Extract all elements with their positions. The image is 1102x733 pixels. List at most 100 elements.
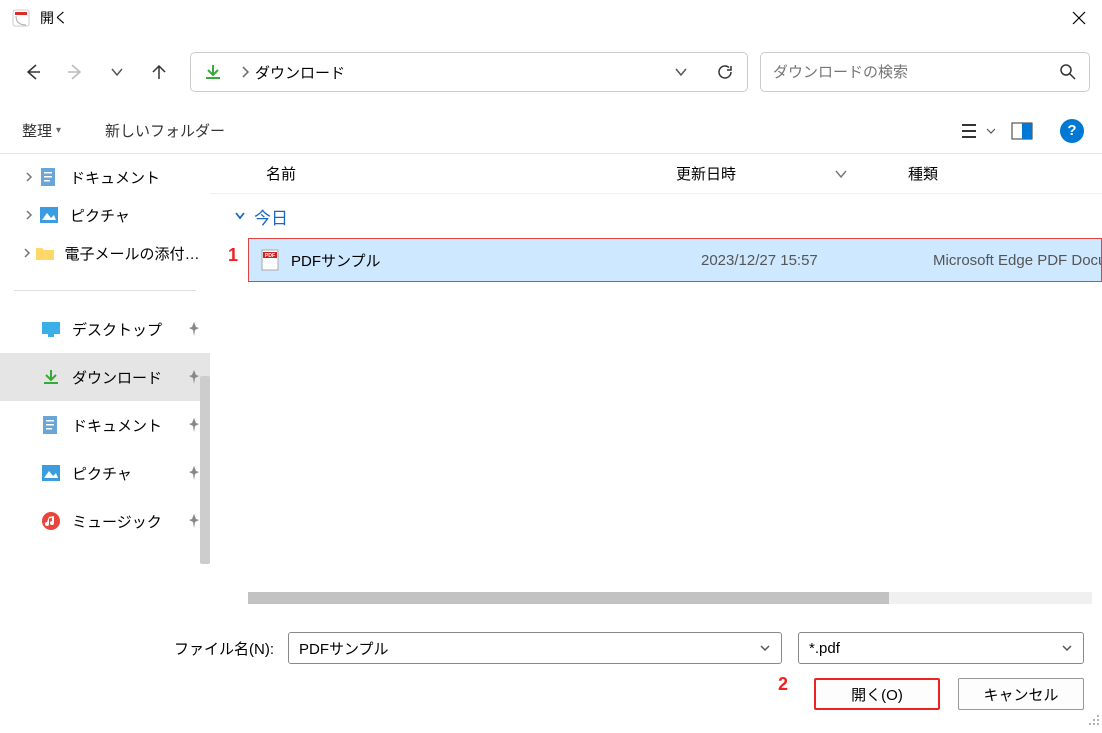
file-date-cell: 2023/12/27 15:57 bbox=[701, 252, 917, 269]
quick-item-label: デスクトップ bbox=[72, 319, 162, 340]
sidebar-scrollbar[interactable] bbox=[200, 376, 210, 564]
quick-item-downloads[interactable]: ダウンロード bbox=[0, 353, 210, 401]
quick-item-pictures[interactable]: ピクチャ bbox=[0, 449, 210, 497]
file-name-combo[interactable] bbox=[288, 632, 782, 664]
view-mode-button[interactable] bbox=[958, 115, 998, 147]
svg-text:PDF: PDF bbox=[265, 253, 275, 259]
column-date-header[interactable]: 更新日時 bbox=[676, 163, 892, 184]
tree-item-pictures[interactable]: ピクチャ bbox=[0, 196, 210, 234]
sidebar-divider bbox=[14, 290, 196, 291]
forward-button[interactable] bbox=[54, 51, 96, 93]
download-icon bbox=[40, 366, 62, 388]
file-name-cell: PDFサンプル bbox=[291, 250, 701, 271]
quick-item-label: ドキュメント bbox=[72, 415, 162, 436]
group-header-today[interactable]: 今日 bbox=[210, 194, 1102, 238]
quick-item-music[interactable]: ミュージック bbox=[0, 497, 210, 545]
file-type-filter[interactable]: *.pdf bbox=[798, 632, 1084, 664]
recent-button[interactable] bbox=[96, 51, 138, 93]
column-type-header[interactable]: 種類 bbox=[892, 163, 1102, 184]
pin-icon bbox=[188, 321, 200, 337]
window-title: 開く bbox=[40, 8, 68, 28]
search-input[interactable] bbox=[773, 64, 1059, 81]
file-name-input[interactable] bbox=[299, 640, 759, 657]
file-name-label: ファイル名(N): bbox=[18, 638, 288, 659]
column-headers: 名前 更新日時 種類 bbox=[210, 154, 1102, 194]
chevron-right-icon bbox=[24, 172, 34, 182]
command-bar: 整理▾ 新しいフォルダー ? bbox=[0, 108, 1102, 154]
refresh-icon bbox=[716, 63, 734, 81]
arrow-left-icon bbox=[24, 63, 42, 81]
expand-icon[interactable] bbox=[20, 210, 38, 220]
download-folder-icon bbox=[203, 62, 223, 82]
chevron-down-icon bbox=[1061, 642, 1073, 654]
resize-grip-icon[interactable] bbox=[1086, 712, 1100, 731]
address-dropdown-button[interactable] bbox=[659, 53, 703, 91]
refresh-button[interactable] bbox=[703, 53, 747, 91]
search-button[interactable] bbox=[1059, 63, 1077, 81]
annotation-marker-1: 1 bbox=[228, 245, 238, 266]
nav-toolbar: ダウンロード bbox=[0, 36, 1102, 108]
chevron-right-icon bbox=[241, 66, 249, 78]
horizontal-scrollbar-thumb[interactable] bbox=[248, 592, 889, 604]
pictures-icon bbox=[38, 204, 60, 226]
quick-item-documents[interactable]: ドキュメント bbox=[0, 401, 210, 449]
group-label: 今日 bbox=[254, 204, 288, 229]
file-row[interactable]: PDF PDFサンプル 2023/12/27 15:57 Microsoft E… bbox=[248, 238, 1102, 282]
document-icon bbox=[38, 166, 60, 188]
pin-icon bbox=[188, 417, 200, 433]
music-icon bbox=[40, 510, 62, 532]
chevron-down-icon bbox=[759, 642, 771, 654]
open-button[interactable]: 開く(O) bbox=[814, 678, 940, 710]
filter-dropdown-button[interactable] bbox=[1061, 642, 1073, 654]
quick-item-label: ダウンロード bbox=[72, 367, 162, 388]
filter-label: *.pdf bbox=[809, 640, 1061, 657]
organize-button[interactable]: 整理▾ bbox=[18, 114, 65, 147]
close-button[interactable] bbox=[1056, 0, 1102, 36]
chevron-right-icon bbox=[22, 248, 32, 258]
tree-item-email-attachments[interactable]: 電子メールの添付ファイル bbox=[0, 234, 210, 272]
cancel-button[interactable]: キャンセル bbox=[958, 678, 1084, 710]
file-name-dropdown-button[interactable] bbox=[759, 642, 771, 654]
help-button[interactable]: ? bbox=[1060, 119, 1084, 143]
expand-icon[interactable] bbox=[20, 172, 38, 182]
file-type-cell: Microsoft Edge PDF Document bbox=[917, 252, 1101, 269]
folder-icon bbox=[35, 242, 55, 264]
main-area: ドキュメント ピクチャ 電子メールの添付ファイル bbox=[0, 154, 1102, 604]
quick-item-desktop[interactable]: デスクトップ bbox=[0, 305, 210, 353]
pin-icon bbox=[188, 369, 200, 385]
back-button[interactable] bbox=[12, 51, 54, 93]
tree-item-label: 電子メールの添付ファイル bbox=[65, 243, 210, 264]
horizontal-scrollbar-track[interactable] bbox=[248, 592, 1092, 604]
document-icon bbox=[40, 414, 62, 436]
chevron-down-icon bbox=[986, 126, 996, 136]
chevron-right-icon bbox=[24, 210, 34, 220]
breadcrumb-separator bbox=[241, 66, 249, 78]
pin-icon bbox=[188, 513, 200, 529]
tree-item-label: ドキュメント bbox=[70, 167, 160, 188]
new-folder-button[interactable]: 新しいフォルダー bbox=[101, 114, 229, 147]
sort-indicator-icon bbox=[834, 167, 848, 181]
search-box[interactable] bbox=[760, 52, 1090, 92]
breadcrumb-current[interactable]: ダウンロード bbox=[255, 62, 345, 83]
quick-item-label: ミュージック bbox=[72, 511, 162, 532]
list-icon bbox=[960, 122, 982, 140]
title-bar: 開く bbox=[0, 0, 1102, 36]
pictures-icon bbox=[40, 462, 62, 484]
column-name-header[interactable]: 名前 bbox=[210, 163, 676, 184]
quick-item-label: ピクチャ bbox=[72, 463, 132, 484]
pin-icon bbox=[188, 465, 200, 481]
address-bar[interactable]: ダウンロード bbox=[190, 52, 748, 92]
arrow-up-icon bbox=[150, 63, 168, 81]
arrow-right-icon bbox=[66, 63, 84, 81]
desktop-icon bbox=[40, 318, 62, 340]
chevron-down-icon bbox=[674, 65, 688, 79]
expand-icon[interactable] bbox=[20, 248, 35, 258]
annotation-marker-2: 2 bbox=[778, 674, 788, 695]
search-icon bbox=[1059, 63, 1077, 81]
up-button[interactable] bbox=[138, 51, 180, 93]
close-icon bbox=[1072, 11, 1086, 25]
preview-pane-button[interactable] bbox=[1002, 115, 1042, 147]
tree-item-documents[interactable]: ドキュメント bbox=[0, 158, 210, 196]
pdf-file-icon: PDF bbox=[259, 249, 281, 271]
tree-item-label: ピクチャ bbox=[70, 205, 130, 226]
